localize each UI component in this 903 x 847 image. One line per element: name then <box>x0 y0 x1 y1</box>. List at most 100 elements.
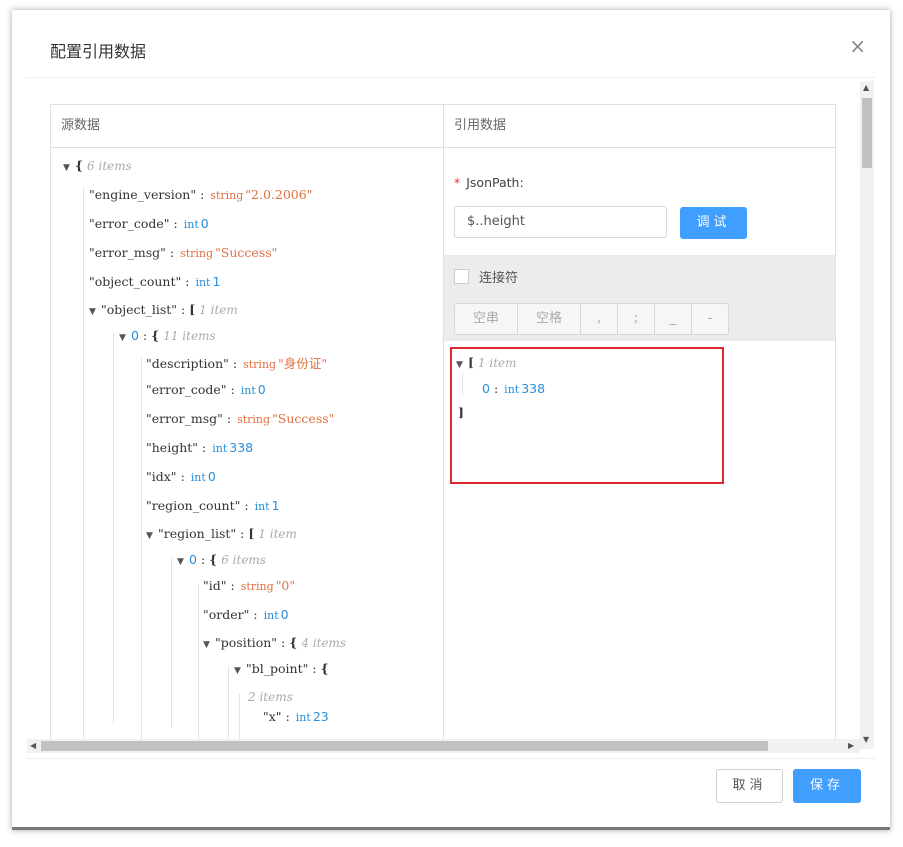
tree-colon: : <box>230 382 235 397</box>
tree-key: "object_count" <box>89 274 182 289</box>
source-data-pane: 源数据 ▼{6 items "engine_version": string "2.0… <box>51 105 444 750</box>
tree-row: ▼ 0:{11 items <box>119 328 216 343</box>
tree-value: 0 <box>200 216 209 231</box>
scroll-left-icon[interactable]: ◀ <box>30 741 36 750</box>
tree-value-type: string <box>180 247 214 260</box>
tree-colon: : <box>200 552 206 567</box>
tree-colon: : <box>180 469 185 484</box>
tree-key: "error_code" <box>89 216 170 231</box>
tree-open-brace: { <box>209 552 218 567</box>
tree-open-brace: { <box>151 328 160 343</box>
tree-value-type: string <box>240 580 274 593</box>
tree-item-count: 4 items <box>301 636 347 650</box>
vertical-scrollbar[interactable]: ▲ ▼ <box>860 81 874 749</box>
debug-button[interactable]: 调试 <box>680 207 747 239</box>
collapse-caret-icon[interactable]: ▼ <box>89 307 101 317</box>
tree-item-count: 1 item <box>199 303 238 317</box>
tree-colon: : <box>169 245 175 260</box>
tree-guide-line <box>239 694 240 744</box>
tree-key: "height" <box>146 440 199 455</box>
tree-value-type: int <box>254 500 270 513</box>
tree-colon: : <box>200 187 205 202</box>
tree-item-count: 6 items <box>87 159 132 173</box>
tree-value: "Success" <box>215 245 278 260</box>
tree-item-count: 11 items <box>163 329 216 343</box>
tree-guide-line <box>198 584 199 750</box>
tree-colon: : <box>173 216 178 231</box>
tree-item-count: 6 items <box>221 553 266 567</box>
tree-value: "Success" <box>272 411 335 426</box>
collapse-caret-icon[interactable]: ▼ <box>177 557 189 567</box>
tree-row: "id": string "0" <box>203 578 295 593</box>
collapse-caret-icon[interactable]: ▼ <box>456 360 468 370</box>
result-item-row: 0: int 338 <box>482 381 546 396</box>
connector-checkbox[interactable] <box>454 269 469 284</box>
reference-data-header: 引用数据 <box>444 105 835 148</box>
tree-row: "error_msg": string "Success" <box>146 411 334 426</box>
tree-colon: : <box>181 302 186 317</box>
panes: 源数据 ▼{6 items "engine_version": string "2.0… <box>50 104 836 750</box>
collapse-caret-icon[interactable]: ▼ <box>119 333 131 343</box>
tree-row: ▼ "bl_point":{ <box>234 661 329 676</box>
tree-key: "description" <box>146 356 229 371</box>
tree-row: ▼ "region_list":[1 item <box>146 526 297 541</box>
title-divider <box>26 77 876 78</box>
result-index: 0 <box>482 381 490 396</box>
connector-label[interactable]: 连接符 <box>479 267 518 286</box>
source-data-header: 源数据 <box>51 105 443 148</box>
jsonpath-label-wrap: * JsonPath: <box>454 175 524 190</box>
tree-value: 338 <box>229 440 254 455</box>
tree-value: "2.0.2006" <box>245 187 313 202</box>
tree-row: ▼{6 items <box>63 158 132 173</box>
jsonpath-input[interactable]: $..height <box>454 206 667 238</box>
close-icon[interactable]: × <box>849 36 866 56</box>
vertical-scroll-thumb[interactable] <box>862 98 872 168</box>
connector-options: 空串 空格 , ; _ - <box>454 303 729 335</box>
connector-option-dash[interactable]: - <box>692 304 728 334</box>
horizontal-scroll-thumb[interactable] <box>41 741 768 751</box>
tree-value-type: int <box>295 711 311 724</box>
tree-value-type: int <box>240 384 256 397</box>
tree-open-brace: { <box>320 661 329 676</box>
tree-key: "error_msg" <box>89 245 166 260</box>
scroll-up-icon[interactable]: ▲ <box>863 83 869 92</box>
tree-row: "error_code": int 0 <box>89 216 209 231</box>
tree-item-count: 1 item <box>258 527 297 541</box>
tree-value: 0 <box>257 382 266 397</box>
connector-area: 连接符 空串 空格 , ; _ - <box>444 255 835 341</box>
tree-colon: : <box>253 607 258 622</box>
jsonpath-label: JsonPath: <box>466 175 524 190</box>
tree-value-type: int <box>195 276 211 289</box>
tree-colon: : <box>240 526 245 541</box>
tree-key: "order" <box>203 607 250 622</box>
tree-row: "height": int 338 <box>146 440 253 455</box>
connector-option-underscore[interactable]: _ <box>655 304 692 334</box>
footer-divider <box>26 758 876 759</box>
collapse-caret-icon[interactable]: ▼ <box>203 640 215 650</box>
tree-row: 2 items <box>244 689 293 704</box>
tree-colon: : <box>244 498 249 513</box>
collapse-caret-icon[interactable]: ▼ <box>234 666 246 676</box>
tree-row: "x": int 23 <box>263 709 329 724</box>
tree-key: "x" <box>263 709 282 724</box>
cancel-button[interactable]: 取消 <box>716 769 783 803</box>
scroll-down-icon[interactable]: ▼ <box>863 735 869 744</box>
tree-key: "bl_point" <box>246 661 309 676</box>
tree-open-brace: [ <box>189 302 196 317</box>
connector-option-space[interactable]: 空格 <box>518 304 581 334</box>
result-open-bracket: [ <box>468 355 474 370</box>
save-button[interactable]: 保存 <box>793 769 861 803</box>
tree-open-brace: { <box>289 635 298 650</box>
scroll-right-icon[interactable]: ▶ <box>848 741 854 750</box>
result-close-bracket: ] <box>458 405 464 420</box>
tree-key: "error_code" <box>146 382 227 397</box>
connector-option-comma[interactable]: , <box>581 304 618 334</box>
tree-value-type: string <box>237 413 271 426</box>
connector-option-semicolon[interactable]: ; <box>618 304 655 334</box>
connector-option-empty[interactable]: 空串 <box>455 304 518 334</box>
collapse-caret-icon[interactable]: ▼ <box>146 531 158 541</box>
collapse-caret-icon[interactable]: ▼ <box>63 163 75 173</box>
tree-colon: : <box>285 709 290 724</box>
tree-guide-line <box>83 188 84 748</box>
horizontal-scrollbar[interactable]: ◀ ▶ <box>27 739 860 753</box>
